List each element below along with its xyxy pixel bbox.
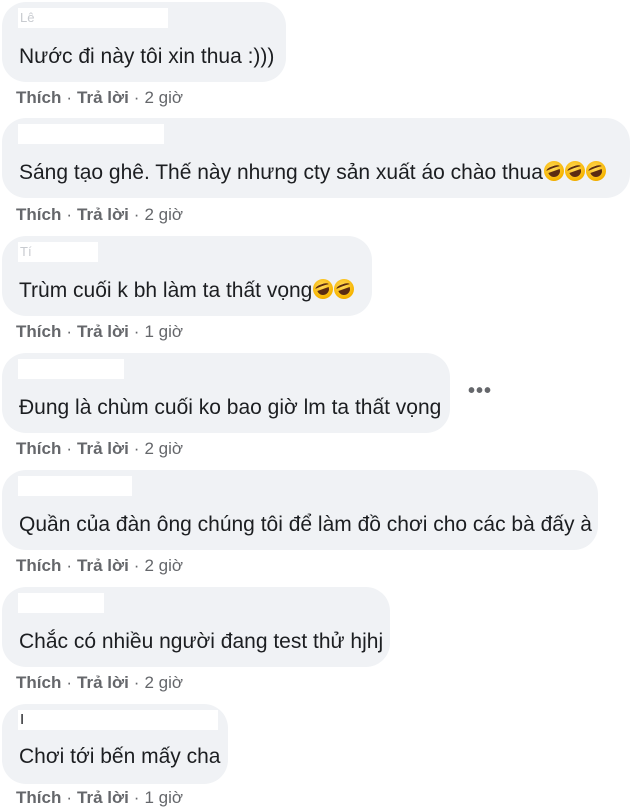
comment-time[interactable]: 1 giờ <box>144 788 183 807</box>
comment-text-content: Trùm cuối k bh làm ta thất vọng <box>19 279 313 302</box>
comment-actions: Thích · Trả lời · 2 giờ <box>16 673 184 692</box>
comment-actions: Thích · Trả lời · 2 giờ <box>16 205 184 224</box>
comment-bubble: Đung là chùm cuối ko bao giờ lm ta thất … <box>2 353 450 433</box>
reply-button[interactable]: Trả lời <box>77 788 129 807</box>
comment-bubble: Chắc có nhiều người đang test thử hjhj <box>2 587 390 667</box>
like-button[interactable]: Thích <box>16 788 61 807</box>
comment-time[interactable]: 2 giờ <box>144 439 183 458</box>
reply-button[interactable]: Trả lời <box>77 439 129 458</box>
rolling-on-floor-laughing-icon <box>331 276 358 302</box>
comment-actions: Thích · Trả lời · 2 giờ <box>16 556 184 575</box>
like-button[interactable]: Thích <box>16 322 61 341</box>
reply-button[interactable]: Trả lời <box>77 205 129 224</box>
comment-text: Đung là chùm cuối ko bao giờ lm ta thất … <box>19 396 442 419</box>
comment-time[interactable]: 2 giờ <box>144 205 183 224</box>
rolling-on-floor-laughing-icon <box>583 158 609 184</box>
commenter-name[interactable] <box>18 593 104 613</box>
comment-actions: Thích · Trả lời · 1 giờ <box>16 322 184 341</box>
comment-text-content: Sáng tạo ghê. Thế này nhưng cty sản xuất… <box>19 161 543 184</box>
commenter-name[interactable]: I <box>18 710 218 730</box>
like-button[interactable]: Thích <box>16 88 61 107</box>
comment-text: Sáng tạo ghê. Thế này nhưng cty sản xuất… <box>19 158 609 186</box>
reply-button[interactable]: Trả lời <box>77 673 129 692</box>
comment-text: Quần của đàn ông chúng tôi để làm đồ chơ… <box>19 513 592 536</box>
rolling-on-floor-laughing-icon <box>562 158 588 184</box>
comment-time[interactable]: 2 giờ <box>144 88 183 107</box>
comment-bubble: Quần của đàn ông chúng tôi để làm đồ chơ… <box>2 470 598 550</box>
comment-time[interactable]: 1 giờ <box>144 322 183 341</box>
like-button[interactable]: Thích <box>16 673 61 692</box>
rolling-on-floor-laughing-icon <box>541 158 567 184</box>
comment-text: Chơi tới bến mấy cha <box>19 745 221 768</box>
comment-text: Chắc có nhiều người đang test thử hjhj <box>19 630 384 653</box>
more-options-icon[interactable]: ••• <box>468 380 492 403</box>
comment-bubble: I Chơi tới bến mấy cha <box>2 704 228 784</box>
reply-button[interactable]: Trả lời <box>77 556 129 575</box>
reply-button[interactable]: Trả lời <box>77 322 129 341</box>
comment-actions: Thích · Trả lời · 2 giờ <box>16 88 184 107</box>
like-button[interactable]: Thích <box>16 439 61 458</box>
commenter-name[interactable] <box>18 359 124 379</box>
comment-text: Trùm cuối k bh làm ta thất vọng <box>19 276 358 304</box>
comment-bubble: Sáng tạo ghê. Thế này nhưng cty sản xuất… <box>2 118 630 198</box>
commenter-name[interactable]: Lê <box>18 8 168 28</box>
comment-time[interactable]: 2 giờ <box>144 673 183 692</box>
comment-actions: Thích · Trả lời · 2 giờ <box>16 439 184 458</box>
comment-bubble: Lê Nước đi này tôi xin thua :))) <box>2 2 286 82</box>
comment-actions: Thích · Trả lời · 1 giờ <box>16 788 184 807</box>
commenter-name[interactable] <box>18 124 164 144</box>
comment-text: Nước đi này tôi xin thua :))) <box>19 45 275 68</box>
rolling-on-floor-laughing-icon <box>310 276 337 302</box>
comment-bubble: Tí Trùm cuối k bh làm ta thất vọng <box>2 236 372 316</box>
like-button[interactable]: Thích <box>16 205 61 224</box>
comment-time[interactable]: 2 giờ <box>144 556 183 575</box>
reply-button[interactable]: Trả lời <box>77 88 129 107</box>
commenter-name[interactable] <box>18 476 132 496</box>
commenter-name[interactable]: Tí <box>18 242 98 262</box>
like-button[interactable]: Thích <box>16 556 61 575</box>
